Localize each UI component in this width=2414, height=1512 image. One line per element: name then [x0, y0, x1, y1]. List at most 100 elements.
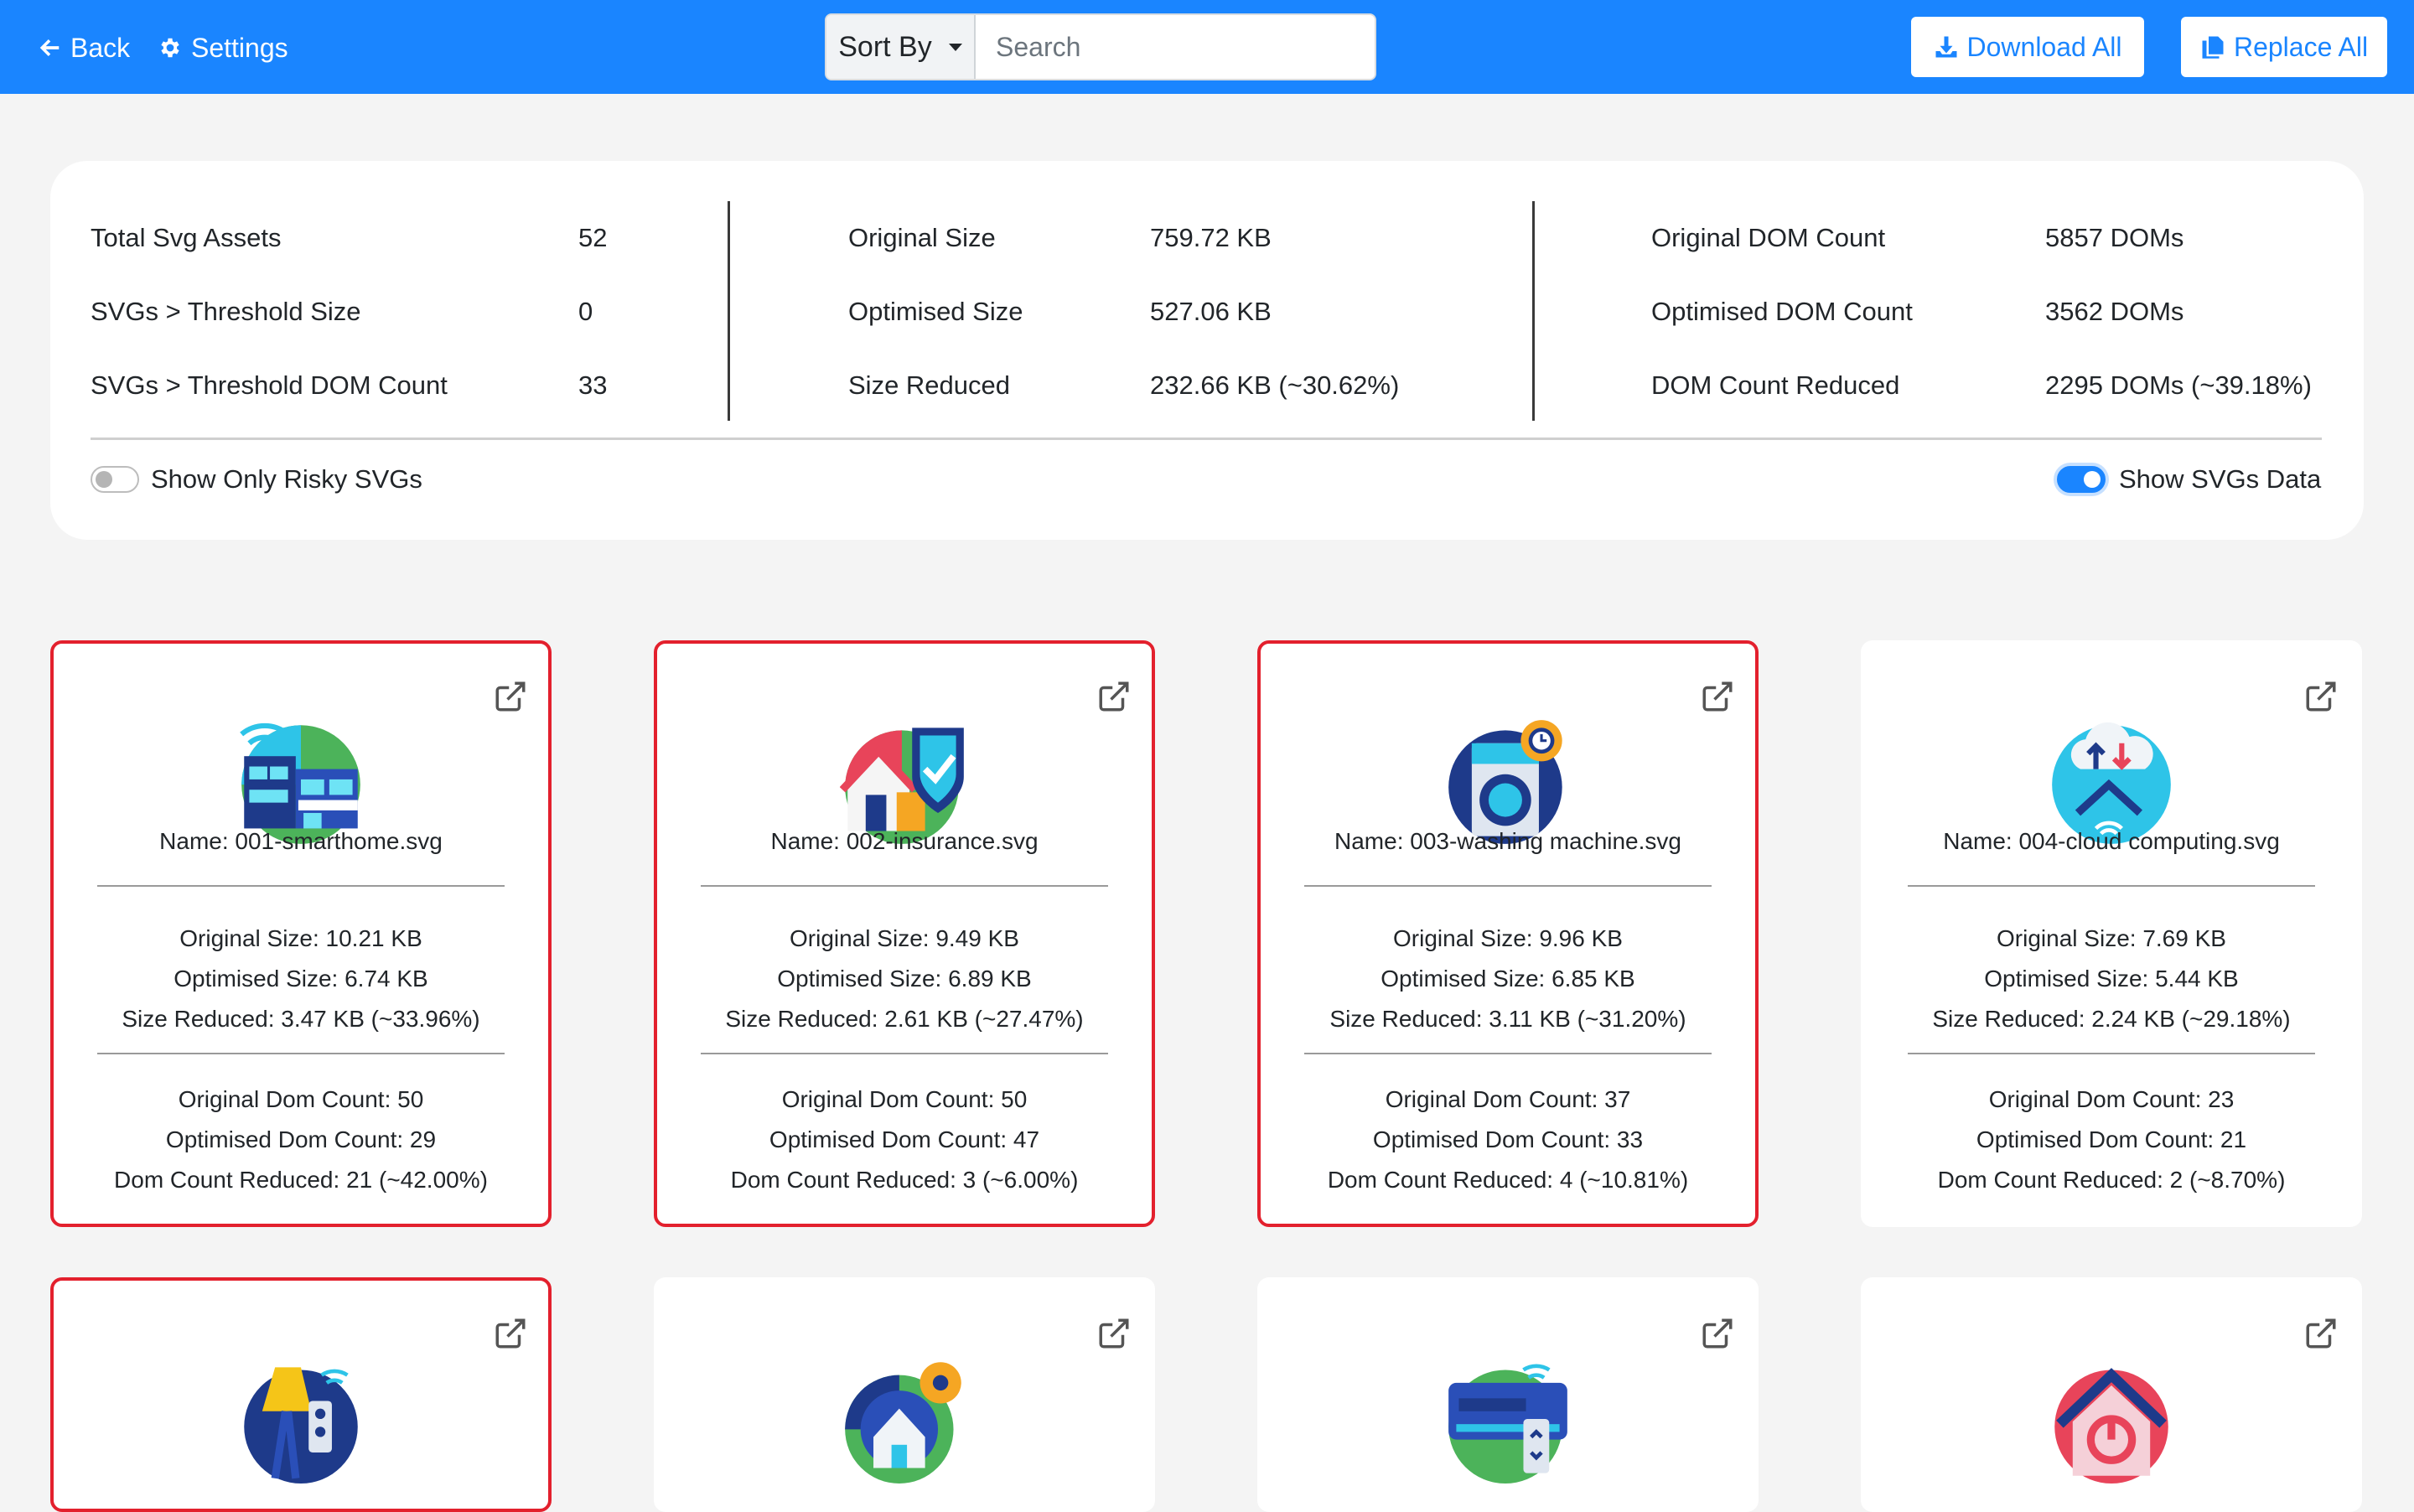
original-dom-count: Original Dom Count: 50	[178, 1086, 424, 1112]
column-divider	[1532, 201, 1535, 421]
top-navbar: Back Settings Sort By Download All Repla…	[0, 0, 2414, 94]
optimised-size: Optimised Size: 6.74 KB	[174, 966, 428, 992]
original-size: Original Size: 9.49 KB	[790, 925, 1019, 951]
search-input[interactable]	[976, 15, 1375, 79]
smarthome-icon	[236, 717, 365, 847]
total-assets-label: Total Svg Assets	[91, 223, 282, 252]
download-all-button[interactable]: Download All	[1911, 17, 2144, 77]
svg-card: Name: 002-insurance.svg Original Size: 9…	[654, 640, 1155, 1227]
size-reduced: Size Reduced: 2.61 KB (~27.47%)	[725, 1006, 1084, 1032]
card-divider	[701, 885, 1108, 887]
external-link-icon[interactable]	[1096, 1316, 1132, 1351]
dom-reduced-label: DOM Count Reduced	[1651, 370, 1900, 400]
back-button[interactable]: Back	[37, 28, 130, 67]
threshold-size-label: SVGs > Threshold Size	[91, 297, 361, 326]
svgs-data-toggle[interactable]	[2057, 466, 2106, 493]
smart-lamp-icon	[236, 1354, 365, 1484]
total-assets-value: 52	[578, 223, 608, 252]
size-reduced-label: Size Reduced	[848, 370, 1011, 400]
optimised-dom-count: Optimised Dom Count: 47	[769, 1126, 1040, 1152]
arrow-left-icon	[39, 39, 60, 56]
original-size: Original Size: 7.69 KB	[1997, 925, 2226, 951]
original-size-label: Original Size	[848, 223, 996, 252]
dom-reduced-value: 2295 DOMs (~39.18%)	[2045, 370, 2312, 400]
svg-card	[1861, 1277, 2362, 1512]
external-link-icon[interactable]	[1700, 679, 1735, 714]
threshold-dom-label: SVGs > Threshold DOM Count	[91, 370, 448, 400]
svg-card: Name: 001-smarthome.svg Original Size: 1…	[50, 640, 552, 1227]
dom-count-reduced: Dom Count Reduced: 21 (~42.00%)	[114, 1167, 488, 1193]
original-dom-label: Original DOM Count	[1651, 223, 1886, 252]
svg-name: Name: 001-smarthome.svg	[159, 828, 443, 854]
summary-panel: Total Svg Assets 52 SVGs > Threshold Siz…	[50, 161, 2364, 540]
settings-label: Settings	[191, 32, 288, 63]
external-link-icon[interactable]	[493, 1316, 528, 1351]
svg-card: Name: 003-washing machine.svg Original S…	[1257, 640, 1759, 1227]
optimised-size: Optimised Size: 6.89 KB	[777, 966, 1032, 992]
sort-by-label: Sort By	[838, 30, 932, 63]
caret-down-icon	[948, 43, 962, 51]
svg-name: Name: 003-washing machine.svg	[1334, 828, 1681, 854]
original-dom-count: Original Dom Count: 50	[781, 1086, 1028, 1112]
external-link-icon[interactable]	[2303, 1316, 2339, 1351]
summary-divider	[91, 438, 2322, 440]
card-divider	[1304, 885, 1712, 887]
external-link-icon[interactable]	[493, 679, 528, 714]
cloud-computing-icon	[2047, 717, 2176, 847]
optimised-size-label: Optimised Size	[848, 297, 1023, 326]
toggle-knob	[96, 471, 112, 488]
card-divider	[97, 1053, 505, 1054]
toggle-knob	[2084, 471, 2101, 488]
column-divider	[728, 201, 730, 421]
original-dom-count: Original Dom Count: 23	[1988, 1086, 2235, 1112]
threshold-size-value: 0	[578, 297, 593, 326]
optimised-size-value: 527.06 KB	[1150, 297, 1272, 326]
external-link-icon[interactable]	[1700, 1316, 1735, 1351]
optimised-dom-label: Optimised DOM Count	[1651, 297, 1913, 326]
home-settings-icon	[840, 1354, 969, 1484]
card-divider	[1304, 1053, 1712, 1054]
replace-all-button[interactable]: Replace All	[2181, 17, 2387, 77]
size-reduced-value: 232.66 KB (~30.62%)	[1150, 370, 1400, 400]
original-dom-value: 5857 DOMs	[2045, 223, 2184, 252]
dom-count-reduced: Dom Count Reduced: 2 (~8.70%)	[1937, 1167, 2286, 1193]
replace-all-label: Replace All	[2233, 31, 2369, 62]
air-conditioner-icon	[1443, 1354, 1572, 1484]
sort-by-dropdown[interactable]: Sort By	[826, 15, 976, 79]
settings-button[interactable]: Settings	[158, 28, 288, 67]
download-all-label: Download All	[1966, 31, 2122, 62]
dom-count-reduced: Dom Count Reduced: 4 (~10.81%)	[1327, 1167, 1689, 1193]
optimised-dom-count: Optimised Dom Count: 21	[1976, 1126, 2247, 1152]
risky-svgs-toggle[interactable]	[91, 466, 139, 493]
optimised-size: Optimised Size: 5.44 KB	[1984, 966, 2239, 992]
svgs-data-toggle-label: Show SVGs Data	[2119, 464, 2322, 494]
card-divider	[1908, 885, 2315, 887]
copy-icon	[2202, 36, 2224, 59]
svg-name: Name: 002-insurance.svg	[770, 828, 1039, 854]
card-divider	[97, 885, 505, 887]
size-reduced: Size Reduced: 2.24 KB (~29.18%)	[1932, 1006, 2291, 1032]
size-reduced: Size Reduced: 3.47 KB (~33.96%)	[122, 1006, 480, 1032]
search-group: Sort By	[825, 13, 1376, 80]
original-size: Original Size: 10.21 KB	[179, 925, 422, 951]
original-size-value: 759.72 KB	[1150, 223, 1272, 252]
optimised-dom-count: Optimised Dom Count: 33	[1372, 1126, 1644, 1152]
insurance-icon	[839, 717, 969, 847]
card-divider	[701, 1053, 1108, 1054]
risky-svgs-toggle-label: Show Only Risky SVGs	[151, 464, 422, 494]
card-divider	[1908, 1053, 2315, 1054]
gear-icon	[161, 38, 179, 58]
external-link-icon[interactable]	[2303, 679, 2339, 714]
home-power-icon	[2047, 1354, 2176, 1484]
external-link-icon[interactable]	[1096, 679, 1132, 714]
svg-card	[50, 1277, 552, 1512]
washing-machine-icon	[1443, 717, 1572, 847]
back-label: Back	[70, 32, 131, 63]
original-dom-count: Original Dom Count: 37	[1385, 1086, 1631, 1112]
original-size: Original Size: 9.96 KB	[1393, 925, 1623, 951]
optimised-dom-count: Optimised Dom Count: 29	[165, 1126, 437, 1152]
dom-count-reduced: Dom Count Reduced: 3 (~6.00%)	[730, 1167, 1079, 1193]
svg-card	[1257, 1277, 1759, 1512]
optimised-dom-value: 3562 DOMs	[2045, 297, 2184, 326]
threshold-dom-value: 33	[578, 370, 608, 400]
